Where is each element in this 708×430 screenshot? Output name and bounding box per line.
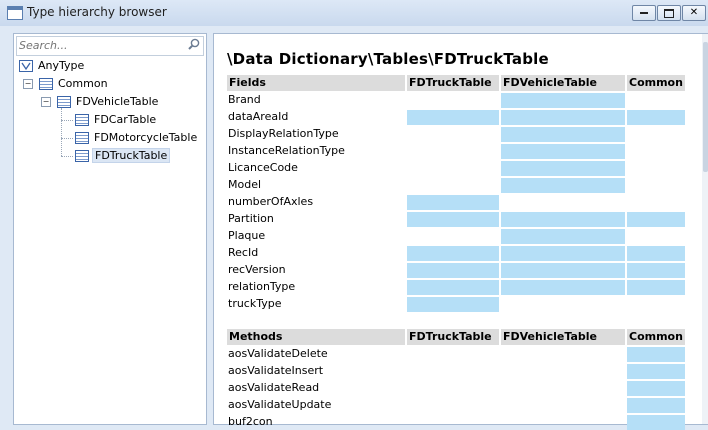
tree-connector [61,120,73,121]
any-type-icon [19,60,33,72]
field-name[interactable]: dataAreaId [227,109,288,125]
membership-cell [501,93,625,108]
tree-node[interactable]: FDMotorcycleTable [75,130,199,146]
tree-node[interactable]: AnyType [19,58,86,74]
collapse-toggle[interactable]: − [41,97,51,107]
tree-node[interactable]: Common [39,76,110,92]
column-header[interactable]: Common [627,329,685,345]
tree-node-label: FDMotorcycleTable [94,131,198,144]
membership-cell [501,110,625,125]
field-name[interactable]: Plaque [227,228,265,244]
field-name[interactable]: LicanceCode [227,160,298,176]
field-name[interactable]: Partition [227,211,274,227]
scrollbar-thumb[interactable] [703,42,708,172]
membership-cell [407,280,499,295]
membership-cell [627,246,685,261]
membership-cell [501,178,625,193]
window-title: Type hierarchy browser [27,5,167,19]
membership-cell [501,229,625,244]
table-icon [75,114,89,126]
membership-cell [501,246,625,261]
search-box [16,36,204,56]
vertical-scrollbar[interactable] [702,34,708,424]
membership-cell [501,263,625,278]
membership-cell [501,280,625,295]
column-header[interactable]: Common [627,75,685,91]
title-bar: Type hierarchy browser ✕ [0,0,708,26]
tree-node-label: FDTruckTable [92,148,171,163]
table-icon [75,150,89,162]
fields-header: Fields [227,75,405,91]
membership-cell [627,381,685,396]
membership-cell [407,212,499,227]
membership-cell [501,212,625,227]
search-input[interactable] [19,38,179,52]
minimize-button[interactable] [632,5,656,21]
membership-cell [407,263,499,278]
window-icon [7,6,23,20]
element-path: \Data Dictionary\Tables\FDTruckTable [227,50,549,68]
table-icon [57,96,71,108]
membership-cell [407,297,499,312]
column-header[interactable]: FDVehicleTable [501,75,625,91]
collapse-toggle[interactable]: − [23,79,33,89]
tree-connector [61,138,73,139]
field-name[interactable]: truckType [227,296,282,312]
tree-node-label: FDCarTable [94,113,157,126]
method-name[interactable]: buf2con [227,414,273,430]
field-name[interactable]: Brand [227,92,261,108]
membership-cell [627,347,685,362]
column-header[interactable]: FDVehicleTable [501,329,625,345]
method-name[interactable]: aosValidateInsert [227,363,323,379]
method-name[interactable]: aosValidateRead [227,380,319,396]
field-name[interactable]: DisplayRelationType [227,126,339,142]
membership-cell [627,212,685,227]
tree-node[interactable]: FDCarTable [75,112,158,128]
field-name[interactable]: numberOfAxles [227,194,313,210]
field-name[interactable]: RecId [227,245,258,261]
field-name[interactable]: Model [227,177,261,193]
tree-connector [61,108,62,156]
membership-cell [627,280,685,295]
field-name[interactable]: relationType [227,279,295,295]
membership-cell [501,127,625,142]
tree-node[interactable]: FDVehicleTable [57,94,160,110]
membership-cell [501,144,625,159]
field-name[interactable]: InstanceRelationType [227,143,345,159]
maximize-button[interactable] [657,5,681,21]
membership-cell [627,398,685,413]
tree-node-label: AnyType [38,59,85,72]
minimize-icon [640,12,648,14]
tree-node-label: Common [58,77,108,90]
membership-cell [407,110,499,125]
membership-cell [627,263,685,278]
membership-cell [627,364,685,379]
close-icon: ✕ [689,7,699,18]
column-header[interactable]: FDTruckTable [407,329,499,345]
method-name[interactable]: aosValidateUpdate [227,397,331,413]
tree-node[interactable]: FDTruckTable [75,148,171,164]
tree-connector [61,156,73,157]
table-icon [39,78,53,90]
tree-node-label: FDVehicleTable [76,95,159,108]
membership-cell [407,195,499,210]
methods-header: Methods [227,329,405,345]
maximize-icon [664,9,674,18]
field-name[interactable]: recVersion [227,262,286,278]
detail-panel: \Data Dictionary\Tables\FDTruckTable Fie… [213,33,708,430]
membership-cell [627,110,685,125]
membership-cell [501,161,625,176]
close-button[interactable]: ✕ [682,5,706,21]
table-icon [75,132,89,144]
column-header[interactable]: FDTruckTable [407,75,499,91]
hierarchy-tree-panel: AnyTypeCommon−FDVehicleTable−FDCarTableF… [13,33,207,425]
membership-cell [407,246,499,261]
method-name[interactable]: aosValidateDelete [227,346,328,362]
search-icon[interactable] [188,38,200,50]
